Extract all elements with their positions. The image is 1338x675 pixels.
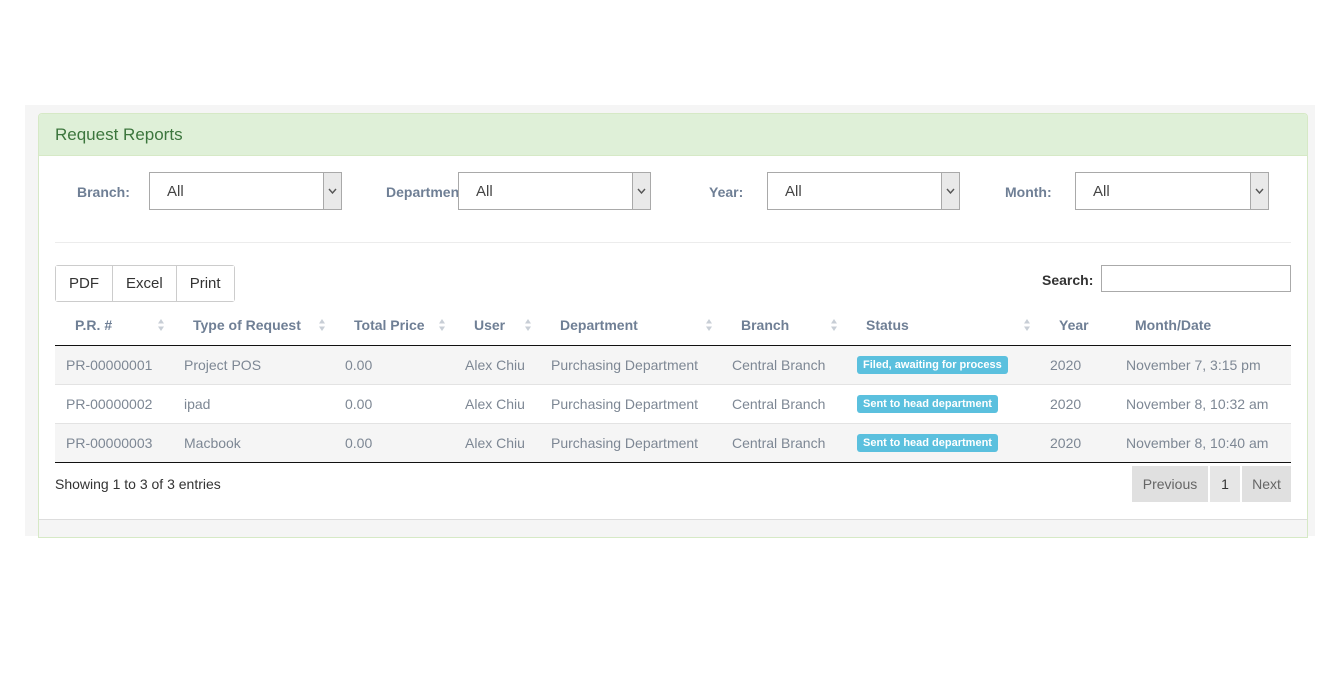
search-label: Search: <box>1042 272 1094 288</box>
sort-icon <box>158 319 164 331</box>
month-select[interactable]: All <box>1075 172 1269 210</box>
month-date-cell: November 8, 10:32 am <box>1115 383 1291 423</box>
chevron-down-icon <box>632 173 650 209</box>
status-cell: Filed, awaiting for process <box>846 345 1039 384</box>
next-page-button[interactable]: Next <box>1242 466 1291 502</box>
department-cell: Purchasing Department <box>540 422 721 463</box>
panel-heading: Request Reports <box>39 114 1307 156</box>
column-header-month-date[interactable]: Month/Date <box>1115 306 1291 346</box>
sort-icon <box>831 319 837 331</box>
column-header-branch[interactable]: Branch <box>721 306 846 346</box>
excel-button[interactable]: Excel <box>112 266 176 301</box>
department-select-value: All <box>476 182 493 200</box>
sort-icon <box>439 319 445 331</box>
year-cell: 2020 <box>1039 345 1115 384</box>
chevron-down-icon <box>941 173 959 209</box>
month-date-cell: November 7, 3:15 pm <box>1115 345 1291 384</box>
previous-page-button[interactable]: Previous <box>1132 466 1208 502</box>
total-price-cell: 0.00 <box>334 345 454 384</box>
department-select[interactable]: All <box>458 172 651 210</box>
search-input[interactable] <box>1101 265 1291 292</box>
branch-select-value: All <box>167 182 184 200</box>
sort-icon <box>525 319 531 331</box>
chevron-down-icon <box>323 173 341 209</box>
request-reports-panel: Request Reports Branch: All Department: … <box>38 113 1308 538</box>
year-filter-label: Year: <box>709 184 744 200</box>
year-cell: 2020 <box>1039 383 1115 423</box>
type-cell: Macbook <box>173 422 334 463</box>
panel-title: Request Reports <box>55 124 183 144</box>
page-1-button[interactable]: 1 <box>1210 466 1240 502</box>
year-select-value: All <box>785 182 802 200</box>
status-badge: Sent to head department <box>857 395 998 413</box>
pagination: Previous 1 Next <box>1132 466 1291 502</box>
column-header-year[interactable]: Year <box>1039 306 1115 346</box>
month-select-value: All <box>1093 182 1110 200</box>
column-header-department[interactable]: Department <box>540 306 721 346</box>
entries-info: Showing 1 to 3 of 3 entries <box>55 476 221 492</box>
status-cell: Sent to head department <box>846 422 1039 463</box>
type-cell: Project POS <box>173 345 334 384</box>
table-row[interactable]: PR-00000001 Project POS 0.00 Alex Chiu P… <box>55 345 1291 384</box>
branch-select[interactable]: All <box>149 172 342 210</box>
user-cell: Alex Chiu <box>454 383 540 423</box>
user-cell: Alex Chiu <box>454 345 540 384</box>
column-header-status[interactable]: Status <box>846 306 1039 346</box>
table-row[interactable]: PR-00000002 ipad 0.00 Alex Chiu Purchasi… <box>55 383 1291 423</box>
print-button[interactable]: Print <box>175 266 234 301</box>
export-button-group: PDF Excel Print <box>55 265 235 302</box>
department-cell: Purchasing Department <box>540 383 721 423</box>
sort-icon <box>1024 319 1030 331</box>
pr-number-cell: PR-00000001 <box>55 345 173 384</box>
sort-icon <box>706 319 712 331</box>
status-badge: Sent to head department <box>857 434 998 452</box>
status-cell: Sent to head department <box>846 383 1039 423</box>
page-container: Request Reports Branch: All Department: … <box>25 105 1315 538</box>
year-select[interactable]: All <box>767 172 960 210</box>
panel-footer <box>39 519 1307 537</box>
department-filter-label: Department: <box>386 184 458 200</box>
department-cell: Purchasing Department <box>540 345 721 384</box>
type-cell: ipad <box>173 383 334 423</box>
table-header-row: P.R. # Type of Request Total Price User … <box>55 306 1291 346</box>
month-date-cell: November 8, 10:40 am <box>1115 422 1291 463</box>
total-price-cell: 0.00 <box>334 422 454 463</box>
status-badge: Filed, awaiting for process <box>857 356 1008 374</box>
divider <box>55 242 1291 243</box>
column-header-pr[interactable]: P.R. # <box>55 306 173 346</box>
branch-filter-label: Branch: <box>77 184 130 200</box>
month-filter-label: Month: <box>1005 184 1052 200</box>
user-cell: Alex Chiu <box>454 422 540 463</box>
pdf-button[interactable]: PDF <box>56 266 112 301</box>
column-header-type[interactable]: Type of Request <box>173 306 334 346</box>
branch-cell: Central Branch <box>721 383 846 423</box>
column-header-user[interactable]: User <box>454 306 540 346</box>
year-cell: 2020 <box>1039 422 1115 463</box>
branch-cell: Central Branch <box>721 345 846 384</box>
pr-number-cell: PR-00000002 <box>55 383 173 423</box>
total-price-cell: 0.00 <box>334 383 454 423</box>
column-header-total-price[interactable]: Total Price <box>334 306 454 346</box>
sort-icon <box>319 319 325 331</box>
chevron-down-icon <box>1250 173 1268 209</box>
pr-number-cell: PR-00000003 <box>55 422 173 463</box>
branch-cell: Central Branch <box>721 422 846 463</box>
requests-table: P.R. # Type of Request Total Price User … <box>55 306 1291 463</box>
table-row[interactable]: PR-00000003 Macbook 0.00 Alex Chiu Purch… <box>55 422 1291 463</box>
